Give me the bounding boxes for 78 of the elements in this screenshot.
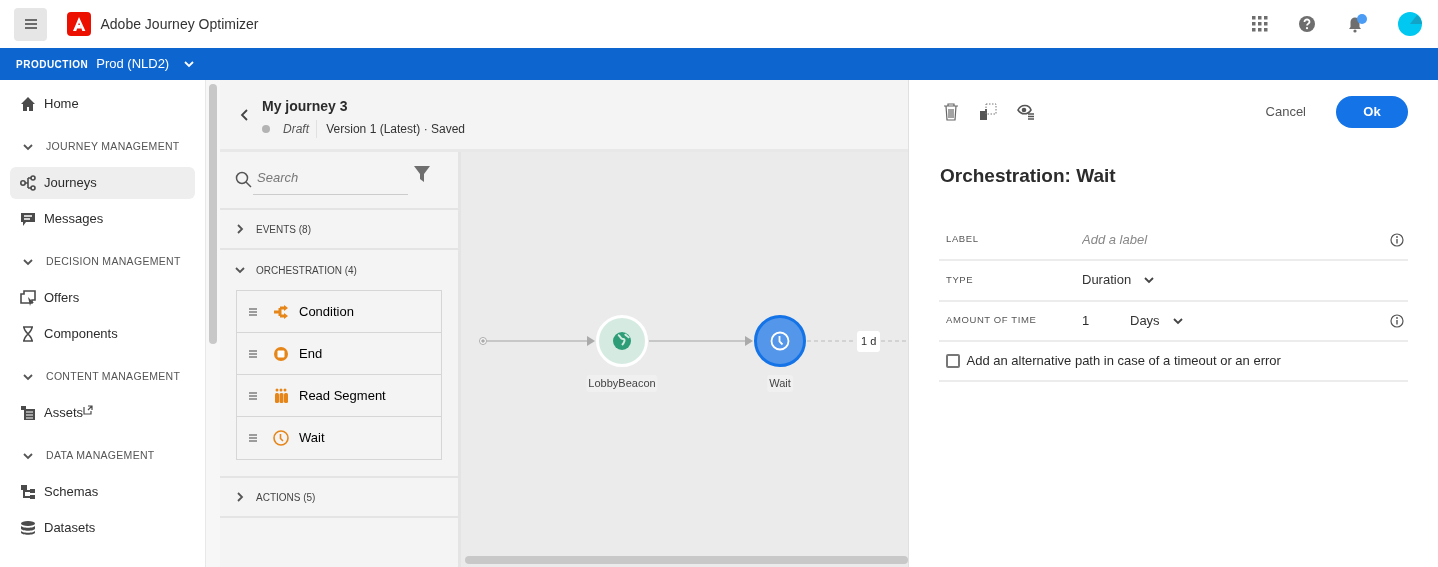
checkbox[interactable]	[946, 353, 960, 368]
unit-dropdown[interactable]: Days	[1130, 310, 1184, 331]
chevron-icon	[234, 264, 246, 276]
amount-value: 1	[1082, 311, 1091, 330]
field-label: TYPE	[946, 272, 975, 287]
checkbox-label: Add an alternative path in case of a timeout or an error	[966, 351, 1281, 370]
chevron-icon	[234, 223, 246, 235]
palette-group-header[interactable]: EVENTS (8)	[220, 210, 458, 250]
palette-group-header[interactable]: ACTIONS (5)	[220, 478, 458, 518]
sidebar-item[interactable]: Journeys	[10, 167, 195, 199]
app-title: Adobe Journey Optimizer	[100, 14, 259, 34]
sidebar-section-header[interactable]: DATA MANAGEMENT	[10, 440, 195, 472]
journey-title: My journey 3	[262, 97, 349, 116]
search-icon	[235, 171, 253, 190]
wait-node[interactable]	[754, 315, 806, 367]
journey-version: Version 1 (Latest) · Saved	[326, 121, 465, 139]
notifications-bell-icon[interactable]	[1346, 14, 1368, 34]
drag-handle-icon	[249, 349, 257, 358]
drag-handle-icon	[249, 391, 257, 400]
chevron-icon	[22, 450, 34, 462]
chevron-icon	[234, 491, 246, 503]
scrollbar-thumb[interactable]	[209, 84, 217, 344]
sidebar-section-header[interactable]: CONTENT MANAGEMENT	[10, 361, 195, 393]
sandbox-dropdown[interactable]: Prod (NLD2)	[96, 54, 196, 74]
sidebar-item[interactable]: Offers	[10, 282, 195, 314]
chevron-down-icon	[183, 58, 196, 70]
horizontal-scrollbar[interactable]	[465, 556, 908, 564]
node-label: LobbyBeacon	[586, 375, 658, 392]
duration-label: 1 d	[857, 331, 881, 352]
globe-icon	[612, 331, 632, 351]
sidebar-section-header[interactable]: DECISION MANAGEMENT	[10, 246, 195, 278]
panel-title: Orchestration: Wait	[940, 164, 1117, 188]
cancel-button[interactable]: Cancel	[1259, 101, 1312, 123]
logo-icon	[66, 12, 91, 36]
menu-button[interactable]	[14, 7, 47, 41]
chevron-icon	[22, 256, 34, 268]
sidebar-item-icon	[20, 326, 36, 342]
sidebar-item-icon	[20, 96, 36, 112]
sidebar-section-header[interactable]: JOURNEY MANAGEMENT	[10, 131, 195, 163]
sidebar-item[interactable]: Datasets	[10, 512, 195, 544]
end-icon	[273, 345, 289, 362]
avatar-icon[interactable]	[1398, 12, 1422, 36]
back-icon[interactable]	[240, 109, 250, 121]
chevron-down-icon	[1143, 274, 1156, 286]
field-label: AMOUNT OF TIME	[946, 313, 1038, 328]
start-point	[479, 337, 487, 345]
chevron-icon	[22, 141, 34, 153]
sidebar-item-icon	[20, 211, 36, 227]
sidebar-item-icon	[20, 520, 36, 536]
apps-grid-icon[interactable]	[1252, 16, 1268, 32]
node-label: Wait	[767, 375, 793, 392]
type-dropdown[interactable]: Duration	[1082, 270, 1156, 290]
field-label: LABEL	[946, 232, 980, 247]
event-node[interactable]	[596, 315, 648, 367]
sidebar-item-icon	[20, 405, 36, 421]
drag-handle-icon	[249, 434, 257, 442]
help-icon[interactable]	[1298, 15, 1316, 33]
sidebar-item-icon	[20, 175, 36, 191]
label-field[interactable]: Add a label	[1082, 229, 1390, 250]
sidebar-item-icon	[20, 484, 36, 500]
status-dot	[262, 125, 270, 134]
sidebar-item[interactable]: Messages	[10, 203, 195, 235]
filter-icon[interactable]	[414, 166, 430, 182]
clock-icon	[770, 331, 790, 351]
sidebar-item[interactable]: Components	[10, 318, 195, 350]
journey-status: Draft	[283, 120, 317, 139]
palette-group-header[interactable]: ORCHESTRATION (4)	[220, 250, 458, 290]
menu-icon	[24, 19, 37, 29]
wait-icon	[273, 430, 289, 446]
search-field[interactable]: Search	[253, 166, 408, 195]
sidebar-item[interactable]: Assets	[10, 397, 195, 429]
chevron-icon	[22, 371, 34, 383]
drag-handle-icon	[249, 307, 257, 316]
environment-label: PRODUCTION	[16, 57, 89, 72]
sidebar-item-icon	[20, 290, 36, 306]
sidebar-item[interactable]: Home	[10, 88, 195, 120]
sidebar-item[interactable]: Schemas	[10, 476, 195, 508]
ok-button[interactable]: Ok	[1336, 96, 1408, 128]
